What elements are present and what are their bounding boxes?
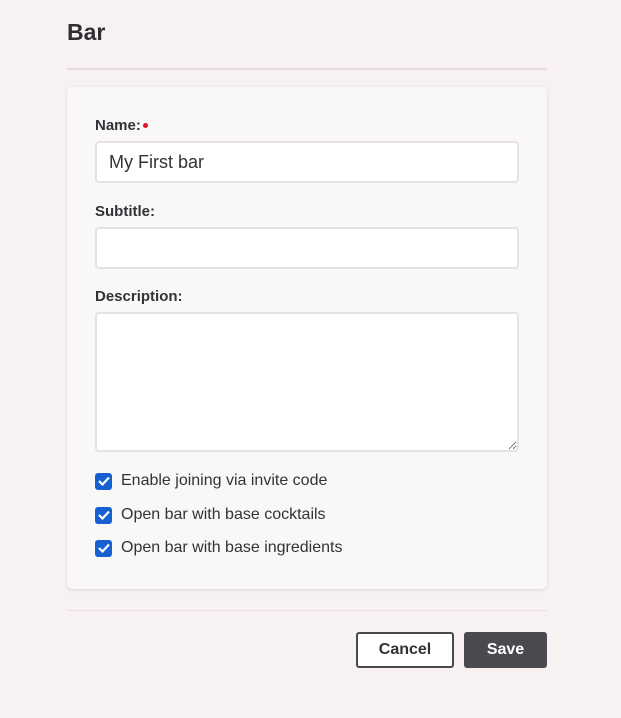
subtitle-field-label: Subtitle: xyxy=(95,203,155,220)
base-ingredients-checkbox[interactable] xyxy=(95,539,112,557)
subtitle-input[interactable] xyxy=(95,227,519,269)
description-textarea[interactable] xyxy=(95,312,519,452)
invite-code-label: Enable joining via invite code xyxy=(121,472,328,489)
bar-form-page: Bar Name: Subtitle: Description: Enable … xyxy=(0,0,621,718)
base-cocktails-option[interactable]: Open bar with base cocktails xyxy=(95,505,326,525)
form-card: Name: Subtitle: Description: Enable join… xyxy=(67,87,547,589)
base-cocktails-label: Open bar with base cocktails xyxy=(121,506,326,523)
base-ingredients-option[interactable]: Open bar with base ingredients xyxy=(95,538,342,558)
checkmark-icon xyxy=(97,510,110,520)
invite-code-checkbox[interactable] xyxy=(95,472,112,490)
save-button[interactable]: Save xyxy=(464,632,547,668)
description-field-label: Description: xyxy=(95,288,183,305)
invite-code-option[interactable]: Enable joining via invite code xyxy=(95,471,327,491)
footer-divider xyxy=(67,610,547,611)
page-title: Bar xyxy=(67,19,106,45)
title-divider xyxy=(67,68,547,70)
name-input[interactable] xyxy=(95,141,519,183)
checkmark-icon xyxy=(97,476,110,486)
cancel-button[interactable]: Cancel xyxy=(356,632,454,668)
base-ingredients-label: Open bar with base ingredients xyxy=(121,539,343,556)
required-indicator xyxy=(142,122,148,128)
name-label-text: Name: xyxy=(95,117,141,134)
base-cocktails-checkbox[interactable] xyxy=(95,506,112,524)
checkmark-icon xyxy=(97,543,110,553)
name-field-label: Name: xyxy=(95,117,148,134)
